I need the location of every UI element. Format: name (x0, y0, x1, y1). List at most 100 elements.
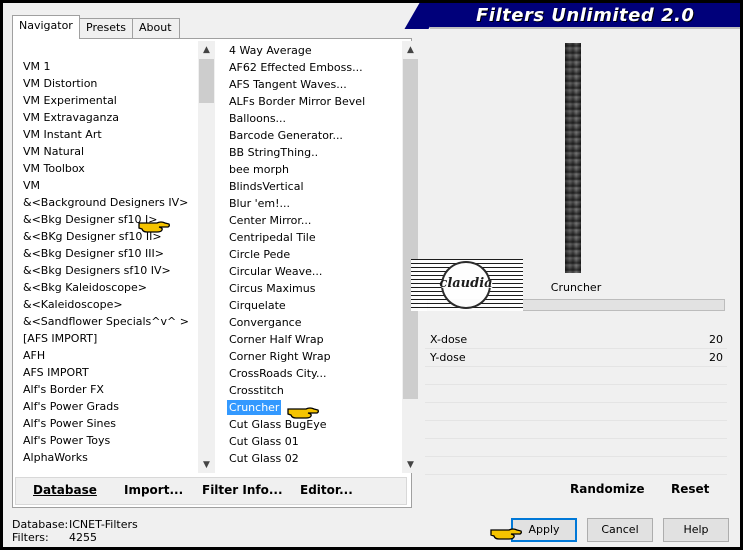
list-item[interactable]: &<Bkg Designer sf10 III> (15, 245, 199, 262)
param-row[interactable]: Y-dose 20 (425, 349, 727, 367)
list-item-label: VM Toolbox (23, 162, 85, 175)
reset-button[interactable]: Reset (671, 482, 709, 496)
list-item[interactable]: Alf's Power Toys (15, 432, 199, 449)
list-item-label: &<Bkg Designer sf10 III> (23, 247, 165, 260)
list-item-label: VM 1 (23, 60, 51, 73)
list-item[interactable]: VM Distortion (15, 75, 199, 92)
list-item-label: Crosstitch (229, 384, 284, 397)
list-item-label: &<Bkg Designers sf10 IV> (23, 264, 171, 277)
help-button[interactable]: Help (663, 518, 729, 542)
list-item-label: &<Background Designers IV> (23, 196, 189, 209)
list-item[interactable]: Cirquelate (221, 297, 403, 314)
scroll-down-icon[interactable]: ▼ (198, 456, 215, 473)
list-item[interactable]: VM 1 (15, 58, 199, 75)
database-label: Database: (12, 518, 69, 531)
list-item[interactable]: &<Sandflower Specials^v^ > (15, 313, 199, 330)
list-item[interactable]: Crosstitch (221, 382, 403, 399)
list-item[interactable]: 4 Way Average (221, 42, 403, 59)
scroll-thumb[interactable] (403, 59, 418, 399)
list-item[interactable]: AF62 Effected Emboss... (221, 59, 403, 76)
list-item[interactable]: VM (15, 177, 199, 194)
list-item-label: Cirquelate (229, 299, 286, 312)
list-item-label: Alf's Power Toys (23, 434, 111, 447)
tab-presets[interactable]: Presets (79, 18, 133, 38)
list-item[interactable]: Circus Maximus (221, 280, 403, 297)
list-item[interactable]: VM Natural (15, 143, 199, 160)
list-item[interactable]: &<BKg Designer sf10 II> (15, 228, 199, 245)
import-button[interactable]: Import... (124, 483, 183, 497)
list-item-label: Balloons... (229, 112, 287, 125)
list-item[interactable]: &<Background Designers IV> (15, 194, 199, 211)
list-item[interactable]: &<Bkg Designer sf10 I> (15, 211, 199, 228)
scroll-up-icon[interactable]: ▲ (198, 41, 215, 58)
category-list[interactable]: VM 1 VM Distortion VM Experimental VM Extra… (15, 41, 215, 473)
list-item[interactable]: VM Instant Art (15, 126, 199, 143)
list-item[interactable]: Cut Glass 01 (221, 433, 403, 450)
param-value[interactable]: 20 (709, 349, 723, 367)
tab-about-label: About (139, 21, 172, 34)
list-item[interactable]: Barcode Generator... (221, 127, 403, 144)
list-item-label: Circular Weave... (229, 265, 323, 278)
list-item[interactable]: ALFs Border Mirror Bevel (221, 93, 403, 110)
list-item[interactable]: Corner Right Wrap (221, 348, 403, 365)
filter-list[interactable]: 4 Way Average AF62 Effected Emboss... AFS … (221, 41, 419, 473)
list-item-label: Centripedal Tile (229, 231, 316, 244)
list-item[interactable]: BB StringThing.. (221, 144, 403, 161)
hand-pointer-icon (490, 528, 522, 540)
tab-about[interactable]: About (132, 18, 180, 38)
filter-info-button[interactable]: Filter Info... (202, 483, 283, 497)
param-row-empty (425, 367, 727, 385)
list-item[interactable]: BlindsVertical (221, 178, 403, 195)
list-item-label: AFS IMPORT (23, 366, 89, 379)
filters-count-label: Filters: (12, 531, 49, 544)
editor-button[interactable]: Editor... (300, 483, 353, 497)
list-item-label: Cut Glass 01 (229, 435, 299, 448)
category-scrollbar[interactable]: ▲ ▼ (198, 41, 215, 473)
list-item[interactable]: Circle Pede (221, 246, 403, 263)
param-row[interactable]: X-dose 20 (425, 331, 727, 349)
database-value: ICNET-Filters (69, 518, 138, 531)
list-item[interactable]: CrossRoads City... (221, 365, 403, 382)
list-item[interactable]: VM Toolbox (15, 160, 199, 177)
list-item-label: VM Natural (23, 145, 85, 158)
list-item[interactable]: Centripedal Tile (221, 229, 403, 246)
list-item[interactable]: VM Extravaganza (15, 109, 199, 126)
param-value[interactable]: 20 (709, 331, 723, 349)
list-item[interactable]: Corner Half Wrap (221, 331, 403, 348)
list-item[interactable]: [AFS IMPORT] (15, 330, 199, 347)
list-item[interactable]: Center Mirror... (221, 212, 403, 229)
list-item[interactable]: AFS Tangent Waves... (221, 76, 403, 93)
list-item-label: ALFs Border Mirror Bevel (229, 95, 366, 108)
list-item-label: Corner Right Wrap (229, 350, 331, 363)
filter-scrollbar[interactable]: ▲ ▼ (402, 41, 419, 473)
list-item[interactable]: VM Experimental (15, 92, 199, 109)
list-item[interactable]: &<Kaleidoscope> (15, 296, 199, 313)
cancel-button[interactable]: Cancel (587, 518, 653, 542)
list-item[interactable]: AlphaWorks (15, 449, 199, 466)
list-item[interactable]: &<Bkg Designers sf10 IV> (15, 262, 199, 279)
list-item[interactable]: Circular Weave... (221, 263, 403, 280)
list-item[interactable]: bee morph (221, 161, 403, 178)
list-item[interactable]: Alf's Border FX (15, 381, 199, 398)
list-item[interactable]: Alf's Power Sines (15, 415, 199, 432)
list-item-label: Alf's Power Sines (23, 417, 116, 430)
list-item[interactable]: &<Bkg Kaleidoscope> (15, 279, 199, 296)
list-item-label: CrossRoads City... (229, 367, 327, 380)
list-item-label: Corner Half Wrap (229, 333, 324, 346)
randomize-button[interactable]: Randomize (570, 482, 644, 496)
list-item[interactable]: Alf's Power Grads (15, 398, 199, 415)
list-item[interactable]: AFH (15, 347, 199, 364)
tab-navigator[interactable]: Navigator (12, 15, 80, 39)
list-item-label: Circle Pede (229, 248, 291, 261)
list-item[interactable]: AFS IMPORT (15, 364, 199, 381)
scroll-up-icon[interactable]: ▲ (402, 41, 419, 58)
scroll-down-icon[interactable]: ▼ (402, 456, 419, 473)
list-item-label: AlphaWorks (23, 451, 88, 464)
list-item-label: Circus Maximus (229, 282, 316, 295)
scroll-thumb[interactable] (199, 59, 214, 103)
list-item[interactable]: Cut Glass 02 (221, 450, 403, 467)
list-item[interactable]: Balloons... (221, 110, 403, 127)
list-item[interactable]: Convergance (221, 314, 403, 331)
database-button[interactable]: Database (33, 483, 97, 497)
list-item[interactable]: Blur 'em!... (221, 195, 403, 212)
